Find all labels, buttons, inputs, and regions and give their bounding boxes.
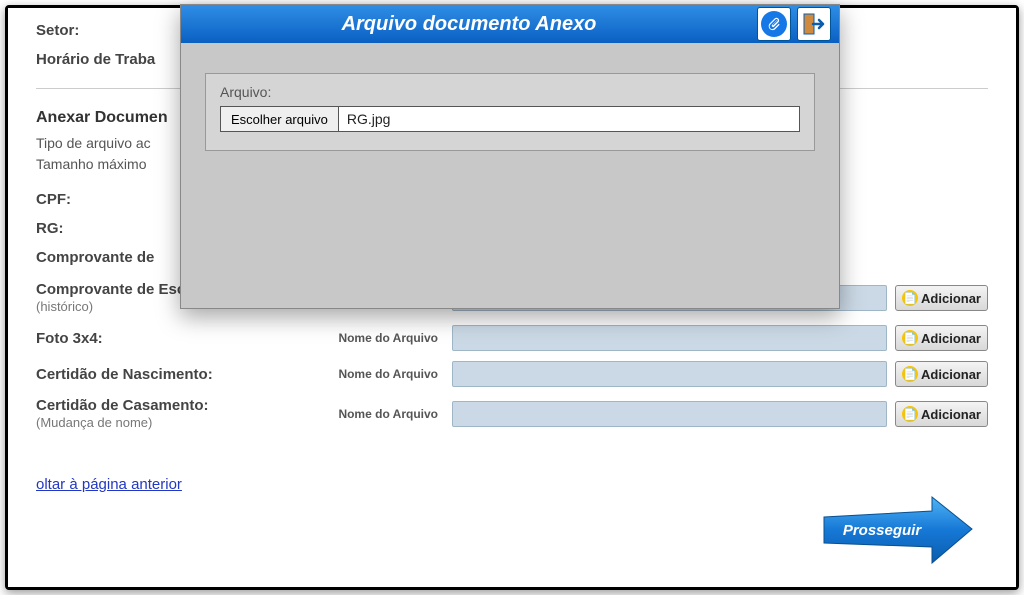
- choose-file-button[interactable]: Escolher arquivo: [221, 107, 339, 131]
- doc-caption: Nome do Arquivo: [324, 407, 444, 421]
- svg-text:Prosseguir: Prosseguir: [843, 522, 923, 539]
- document-icon: 📄: [902, 406, 918, 422]
- doc-filename-input[interactable]: [452, 361, 887, 387]
- attach-confirm-button[interactable]: [757, 7, 791, 41]
- doc-filename-input[interactable]: [452, 401, 887, 427]
- arquivo-field-label: Arquivo:: [220, 84, 800, 100]
- tamanho-maximo-text: Tamanho máximo: [36, 156, 147, 172]
- document-icon: 📄: [902, 290, 918, 306]
- modal-title: Arquivo documento Anexo: [181, 13, 757, 36]
- adicionar-button[interactable]: 📄 Adicionar: [895, 325, 988, 351]
- exit-door-icon: [801, 11, 827, 37]
- selected-file-name: RG.jpg: [339, 107, 799, 131]
- document-icon: 📄: [902, 366, 918, 382]
- adicionar-button[interactable]: 📄 Adicionar: [895, 361, 988, 387]
- doc-row-nascimento: Certidão de Nascimento: Nome do Arquivo …: [36, 356, 988, 392]
- doc-label: Certidão de Casamento: (Mudança de nome): [36, 397, 316, 431]
- doc-label: Foto 3x4:: [36, 330, 316, 347]
- doc-row-casamento: Certidão de Casamento: (Mudança de nome)…: [36, 392, 988, 436]
- back-link[interactable]: oltar à página anterior: [36, 476, 182, 493]
- attach-file-modal: Arquivo documento Anexo Arquivo: Escolhe…: [180, 4, 840, 309]
- doc-row-foto: Foto 3x4: Nome do Arquivo 📄 Adicionar: [36, 320, 988, 356]
- paperclip-icon: [761, 11, 787, 37]
- doc-filename-input[interactable]: [452, 325, 887, 351]
- doc-caption: Nome do Arquivo: [324, 367, 444, 381]
- file-input-row: Escolher arquivo RG.jpg: [220, 106, 800, 132]
- tipo-arquivo-text: Tipo de arquivo ac: [36, 135, 151, 151]
- prosseguir-button[interactable]: Prosseguir: [816, 493, 976, 569]
- adicionar-button[interactable]: 📄 Adicionar: [895, 401, 988, 427]
- document-icon: 📄: [902, 330, 918, 346]
- adicionar-button[interactable]: 📄 Adicionar: [895, 285, 988, 311]
- doc-label: Certidão de Nascimento:: [36, 366, 316, 383]
- arrow-right-icon: Prosseguir: [816, 493, 976, 569]
- doc-caption: Nome do Arquivo: [324, 331, 444, 345]
- modal-close-button[interactable]: [797, 7, 831, 41]
